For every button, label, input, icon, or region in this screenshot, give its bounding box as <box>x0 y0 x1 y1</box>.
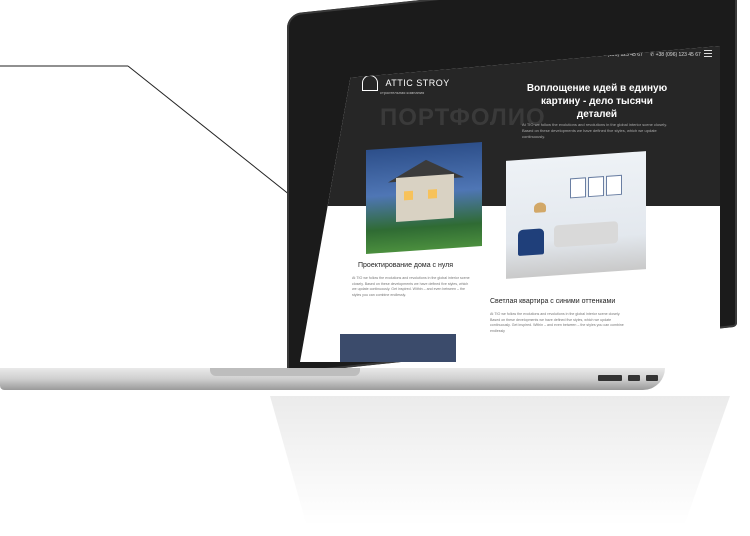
usb-port <box>628 375 640 381</box>
laptop-screen: ATTIC STROY строительная компания ✆ +38 … <box>300 46 720 362</box>
house-window <box>428 189 437 199</box>
logo-subtitle: строительная компания <box>380 90 425 95</box>
site-logo[interactable]: ATTIC STROY строительная компания <box>362 74 450 95</box>
wall-frame <box>606 174 622 196</box>
menu-icon[interactable] <box>704 50 712 57</box>
section-title: ПОРТФОЛИО <box>380 104 546 131</box>
phone-number-2: +38 (096) 123 45 67 <box>655 52 701 58</box>
card-title-2[interactable]: Светлая квартира с синими оттенками <box>490 298 615 305</box>
wall-frame <box>570 177 586 199</box>
hero-title: Воплощение идей в единую картину - дело … <box>526 83 668 120</box>
room-image[interactable] <box>506 151 646 279</box>
sofa <box>554 221 618 248</box>
card-title-1[interactable]: Проектирование дома с нуля <box>358 262 453 269</box>
armchair <box>518 228 544 257</box>
logo-name: ATTIC STROY <box>385 77 450 88</box>
logo-icon <box>362 74 378 91</box>
next-project-image[interactable] <box>340 334 456 362</box>
laptop-base <box>0 368 665 390</box>
hero-text: At TIO we follow the evolutions and revo… <box>522 122 668 139</box>
wall-frame <box>588 176 604 198</box>
sd-card-slot <box>598 375 622 381</box>
lamp <box>534 202 546 213</box>
phone-icon: ✆ <box>650 52 655 58</box>
laptop-notch <box>210 368 360 376</box>
card-text-2: At TIO we follow the evolutions and revo… <box>490 312 624 333</box>
house-image[interactable] <box>366 141 482 255</box>
usb-port <box>646 375 658 381</box>
card-text-1: At TIO we follow the evolutions and revo… <box>352 276 470 297</box>
laptop-reflection <box>270 396 730 526</box>
house-window <box>404 190 413 201</box>
phone-link-2[interactable]: ✆ +38 (096) 123 45 67 <box>650 52 701 58</box>
